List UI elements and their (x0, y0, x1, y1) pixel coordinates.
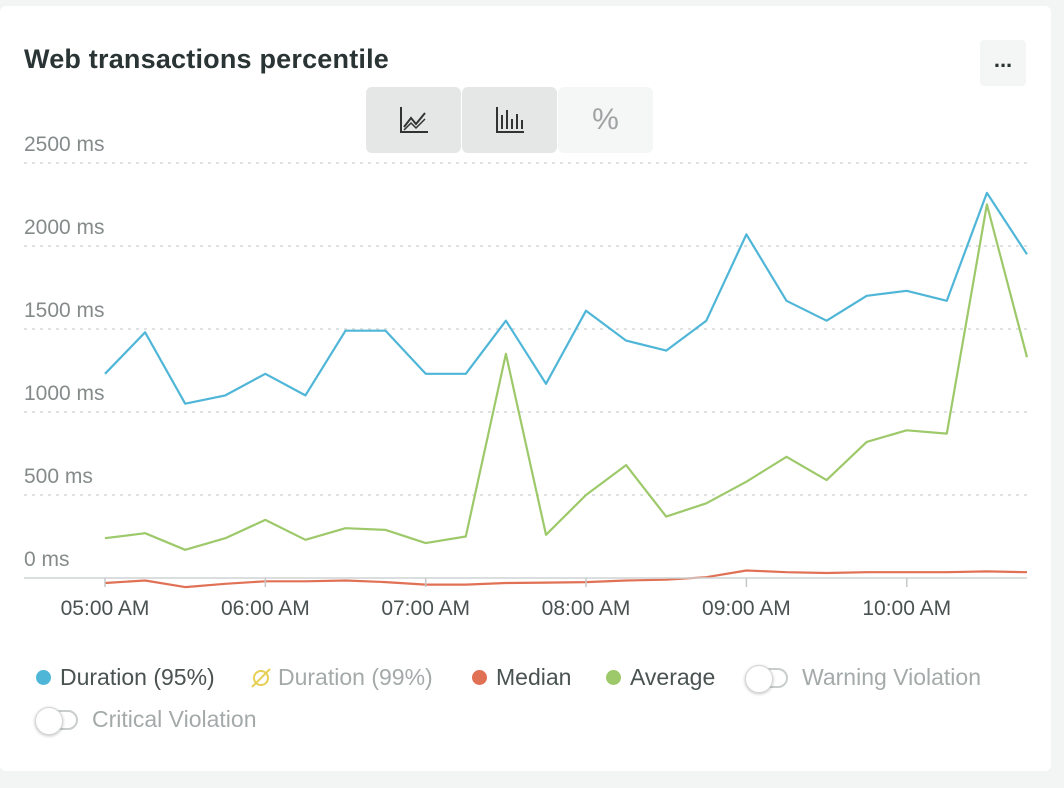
x-tick-label: 09:00 AM (702, 597, 791, 620)
legend-label: Warning Violation (802, 664, 981, 690)
legend-item-duration-95[interactable]: Duration (95%) (36, 664, 215, 691)
series-line-duration-95 (104, 191, 1028, 405)
x-tick-label: 06:00 AM (221, 597, 310, 620)
legend-item-warning-violation[interactable]: Warning Violation (745, 664, 981, 693)
y-tick-label: 2000 ms (24, 216, 105, 239)
warning-violation-toggle[interactable] (745, 664, 788, 693)
y-tick-label: 1000 ms (24, 382, 105, 405)
legend-label: Critical Violation (92, 706, 257, 732)
legend-item-median[interactable]: Median (472, 664, 571, 691)
legend-dot-icon (606, 670, 621, 685)
x-axis-ticks: 05:00 AM 06:00 AM 07:00 AM 08:00 AM 09:00 AM… (61, 578, 951, 620)
disabled-circle-icon (251, 667, 271, 688)
percentile-line-chart: 0 ms 500 ms 1000 ms 1500 ms 2000 ms 2500 ms 0… (24, 133, 1029, 620)
legend-label: Duration (99%) (278, 664, 433, 690)
toggle-knob (745, 664, 773, 693)
y-tick-label: 500 ms (24, 465, 93, 488)
y-tick-label: 2500 ms (24, 133, 105, 156)
y-tick-label: 1500 ms (24, 299, 105, 322)
legend-label: Duration (95%) (60, 664, 215, 690)
legend-item-duration-99[interactable]: Duration (99%) (250, 664, 433, 691)
legend-dot-icon (36, 670, 51, 685)
legend-label: Average (630, 664, 716, 690)
y-axis-labels: 0 ms 500 ms 1000 ms 1500 ms 2000 ms 2500 ms (24, 133, 105, 571)
toggle-knob (35, 706, 63, 735)
legend-label: Median (496, 664, 572, 690)
series-line-average (104, 203, 1029, 551)
legend-item-critical-violation[interactable]: Critical Violation (35, 706, 257, 735)
x-tick-label: 07:00 AM (381, 597, 470, 620)
critical-violation-toggle[interactable] (35, 706, 78, 735)
series-lines (104, 191, 1029, 589)
x-tick-label: 05:00 AM (61, 597, 150, 620)
y-tick-label: 0 ms (24, 548, 70, 571)
series-line-median (104, 569, 1028, 589)
x-tick-label: 10:00 AM (862, 597, 951, 620)
x-tick-label: 08:00 AM (542, 597, 631, 620)
legend-item-average[interactable]: Average (606, 664, 715, 691)
legend-dot-icon (472, 670, 487, 685)
